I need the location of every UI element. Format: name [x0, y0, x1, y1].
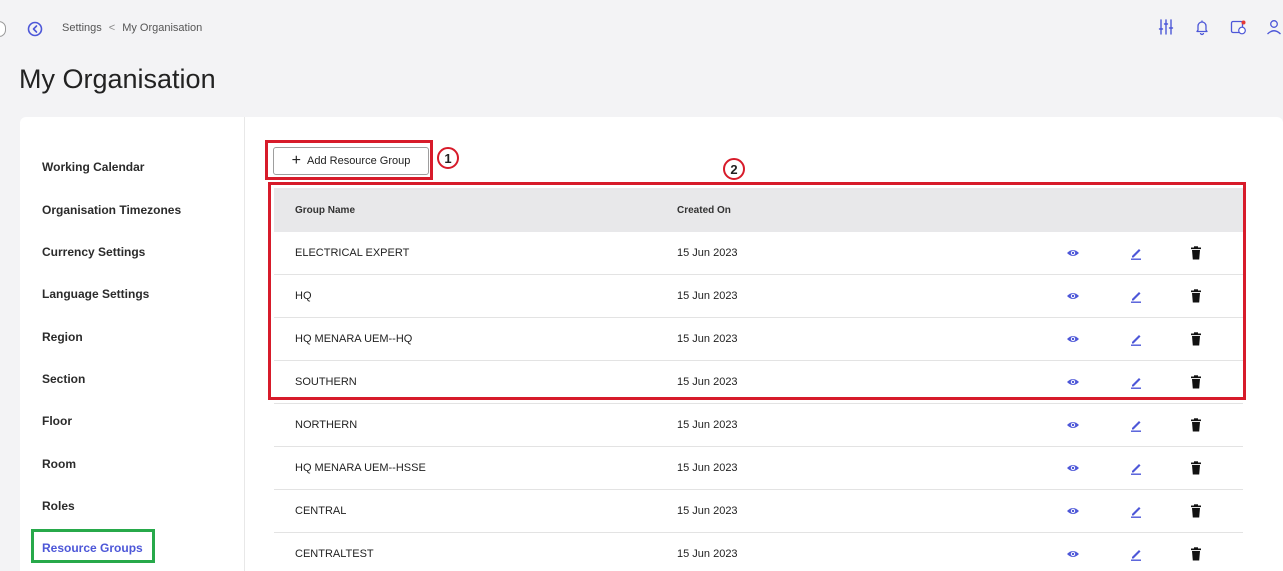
created-on-cell: 15 Jun 2023 — [677, 419, 738, 431]
breadcrumb: Settings < My Organisation — [62, 22, 202, 34]
sidebar-item-section[interactable]: Section — [42, 372, 85, 386]
settings-sidebar: Working Calendar Organisation Timezones … — [20, 117, 245, 571]
breadcrumb-separator: < — [108, 22, 116, 34]
group-name-cell: NORTHERN — [295, 419, 358, 431]
sidebar-item-currency-settings[interactable]: Currency Settings — [42, 245, 145, 259]
trash-icon[interactable] — [1188, 503, 1204, 519]
sidebar-item-working-calendar[interactable]: Working Calendar — [42, 160, 144, 174]
sidebar-item-roles[interactable]: Roles — [42, 499, 75, 513]
back-icon[interactable] — [27, 21, 43, 37]
annotation-badge-2: 2 — [723, 158, 745, 180]
pencil-icon[interactable] — [1128, 503, 1144, 519]
collapse-handle[interactable] — [0, 21, 6, 37]
eye-icon[interactable] — [1065, 503, 1081, 519]
pencil-icon[interactable] — [1128, 460, 1144, 476]
created-on-cell: 15 Jun 2023 — [677, 548, 738, 560]
group-name-cell: HQ MENARA UEM--HSSE — [295, 462, 426, 474]
group-name-cell: CENTRAL — [295, 505, 347, 517]
group-name-cell: CENTRALTEST — [295, 548, 374, 560]
top-icons — [1157, 18, 1283, 36]
created-on-cell: 15 Jun 2023 — [677, 462, 738, 474]
table-row: HQ MENARA UEM--HSSE 15 Jun 2023 — [274, 447, 1243, 490]
table-row: CENTRALTEST 15 Jun 2023 — [274, 533, 1243, 571]
breadcrumb-settings[interactable]: Settings — [62, 22, 102, 34]
trash-icon[interactable] — [1188, 546, 1204, 562]
sliders-icon[interactable] — [1157, 18, 1175, 36]
table-row: CENTRAL 15 Jun 2023 — [274, 490, 1243, 533]
top-bar: Settings < My Organisation — [0, 0, 1283, 58]
sidebar-item-language-settings[interactable]: Language Settings — [42, 287, 149, 301]
calendar-check-icon[interactable] — [1229, 18, 1247, 36]
sidebar-item-room[interactable]: Room — [42, 457, 76, 471]
highlight-box-2 — [268, 182, 1246, 400]
highlight-box-1 — [265, 140, 433, 180]
annotation-badge-1: 1 — [437, 147, 459, 169]
trash-icon[interactable] — [1188, 417, 1204, 433]
eye-icon[interactable] — [1065, 546, 1081, 562]
sidebar-item-organisation-timezones[interactable]: Organisation Timezones — [42, 203, 181, 217]
sidebar-item-region[interactable]: Region — [42, 330, 83, 344]
pencil-icon[interactable] — [1128, 417, 1144, 433]
eye-icon[interactable] — [1065, 417, 1081, 433]
page-title: My Organisation — [19, 64, 216, 94]
eye-icon[interactable] — [1065, 460, 1081, 476]
table-row: NORTHERN 15 Jun 2023 — [274, 404, 1243, 447]
pencil-icon[interactable] — [1128, 546, 1144, 562]
created-on-cell: 15 Jun 2023 — [677, 505, 738, 517]
bell-icon[interactable] — [1193, 18, 1211, 36]
sidebar-item-floor[interactable]: Floor — [42, 414, 72, 428]
user-icon[interactable] — [1265, 18, 1283, 36]
highlight-box-green — [31, 529, 155, 563]
breadcrumb-current: My Organisation — [122, 22, 203, 34]
trash-icon[interactable] — [1188, 460, 1204, 476]
